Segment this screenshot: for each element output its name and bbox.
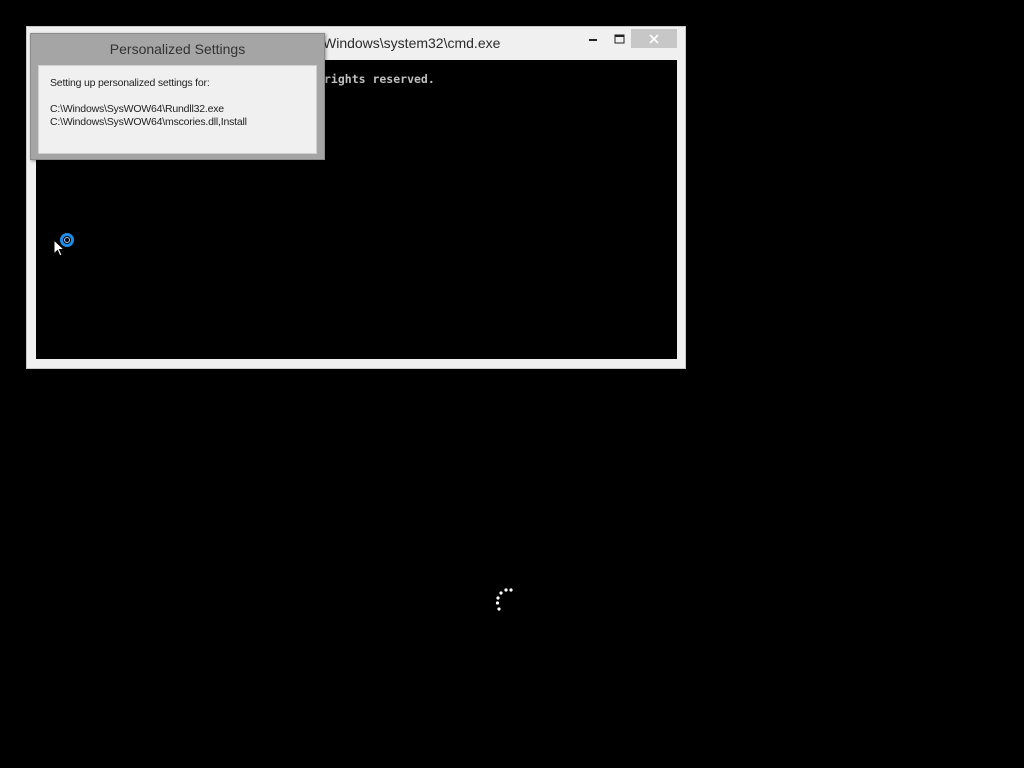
dialog-content: Setting up personalized settings for: C:… xyxy=(38,65,317,154)
minimize-button[interactable] xyxy=(582,29,604,48)
cmd-window-title: Windows\system32\cmd.exe xyxy=(323,35,501,51)
dialog-title: Personalized Settings xyxy=(109,41,246,57)
dialog-path-item: C:\Windows\SysWOW64\mscories.dll,Install xyxy=(50,116,247,128)
desktop: Windows\system32\cmd.exe rights reserved… xyxy=(0,0,1024,768)
loading-spinner-icon xyxy=(495,588,513,611)
maximize-icon xyxy=(614,34,624,43)
dialog-heading: Setting up personalized settings for: xyxy=(50,77,210,89)
personalized-settings-dialog: Personalized Settings Setting up persona… xyxy=(30,33,325,160)
console-line: rights reserved. xyxy=(324,72,435,86)
dialog-path-item: C:\Windows\SysWOW64\Rundll32.exe xyxy=(50,103,224,115)
minimize-icon xyxy=(589,38,597,41)
busy-pointer-icon xyxy=(53,233,74,257)
close-button[interactable] xyxy=(631,29,677,48)
close-icon xyxy=(649,33,659,44)
maximize-button[interactable] xyxy=(608,29,630,48)
